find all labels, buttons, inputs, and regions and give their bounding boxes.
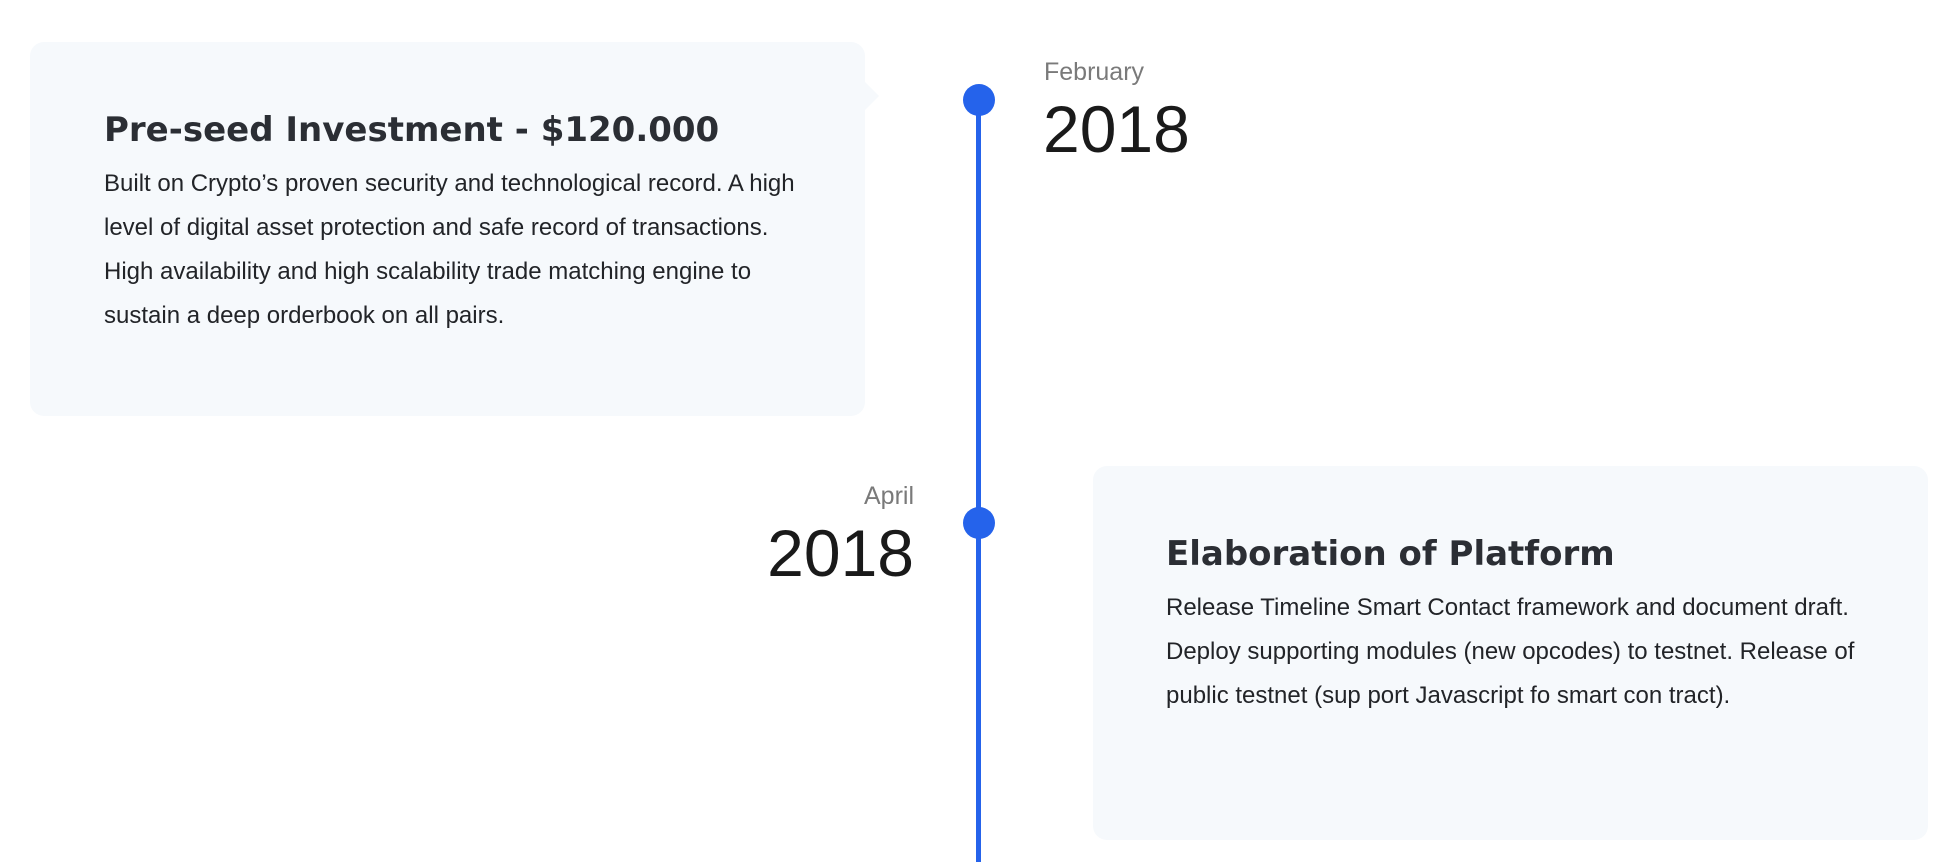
milestone-card: Pre-seed Investment - $120.000 Built on …: [30, 42, 865, 416]
milestone-description: Release Timeline Smart Contact framework…: [1166, 594, 1855, 709]
milestone-month: February: [1044, 58, 1145, 86]
roadmap-timeline: Pre-seed Investment - $120.000 Built on …: [0, 0, 1960, 862]
milestone-month: April: [863, 482, 914, 510]
milestone-description: Built on Crypto’s proven security and te…: [104, 170, 795, 329]
milestone-title: Pre-seed Investment - $120.000: [104, 110, 720, 150]
milestone-year: 2018: [1043, 92, 1190, 166]
timeline-line: [976, 100, 981, 862]
milestone-card: Elaboration of Platform Release Timeline…: [1093, 466, 1928, 840]
milestone-title: Elaboration of Platform: [1166, 534, 1615, 574]
milestone-year: 2018: [767, 516, 914, 590]
card-pointer: [865, 82, 879, 110]
timeline-dot: [963, 84, 995, 116]
timeline-dot: [963, 507, 995, 539]
